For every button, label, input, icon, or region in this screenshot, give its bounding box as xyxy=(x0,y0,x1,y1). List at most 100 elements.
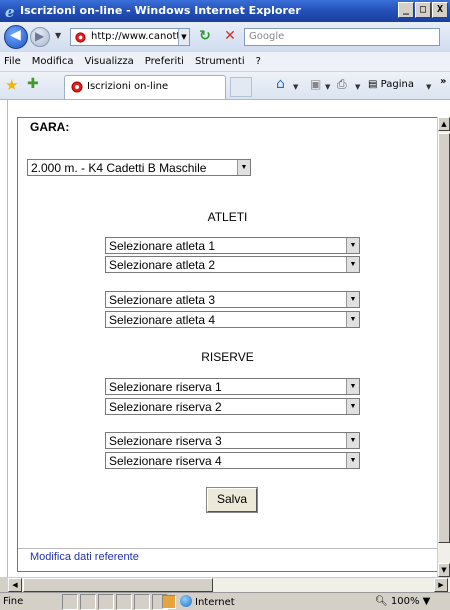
arrow-left-icon: ◀ xyxy=(10,27,21,43)
address-toolbar: ◀ ▶ ▼ http://www.canottieri ▼ ↻ ✕ Google xyxy=(0,22,450,52)
status-text: Fine xyxy=(3,596,24,607)
horizontal-scrollbar[interactable]: ◀ ▶ xyxy=(8,577,450,592)
atleta-2-value: Selezionare atleta 2 xyxy=(109,258,216,272)
toolbar-overflow-button[interactable]: » xyxy=(440,76,446,87)
minimize-button[interactable]: _ xyxy=(398,2,414,18)
arrow-right-icon: ▶ xyxy=(35,29,45,43)
url-input[interactable]: http://www.canottieri xyxy=(70,28,190,46)
back-button[interactable]: ◀ xyxy=(4,25,28,49)
atleta-2-select[interactable]: Selezionare atleta 2 ▼ xyxy=(105,256,360,273)
status-cell xyxy=(134,594,150,610)
page-menu-button[interactable]: ▤ Pagina xyxy=(368,79,414,90)
vertical-scrollbar[interactable]: ▲ ▼ xyxy=(437,117,450,577)
maximize-button[interactable]: □ xyxy=(415,2,431,18)
riserva-2-value: Selezionare riserva 2 xyxy=(109,400,222,414)
feeds-icon[interactable]: ▣ xyxy=(310,77,321,91)
status-cell xyxy=(80,594,96,610)
gara-label: GARA: xyxy=(30,120,70,134)
window-title: Iscrizioni on-line - Windows Internet Ex… xyxy=(20,4,301,17)
riserva-1-select[interactable]: Selezionare riserva 1 ▼ xyxy=(105,378,360,395)
gara-select[interactable]: 2.000 m. - K4 Cadetti B Maschile ▼ xyxy=(27,159,251,176)
scroll-up-icon[interactable]: ▲ xyxy=(438,117,450,131)
print-dropdown-icon[interactable]: ▼ xyxy=(355,83,360,91)
riserva-1-value: Selezionare riserva 1 xyxy=(109,380,222,394)
page-menu-label: Pagina xyxy=(380,79,414,90)
atleta-4-select[interactable]: Selezionare atleta 4 ▼ xyxy=(105,311,360,328)
refresh-icon[interactable]: ↻ xyxy=(195,28,215,46)
search-input[interactable]: Google xyxy=(244,28,440,46)
security-zone[interactable]: Internet xyxy=(180,595,235,608)
riserva-2-select[interactable]: Selezionare riserva 2 ▼ xyxy=(105,398,360,415)
scroll-right-icon[interactable]: ▶ xyxy=(434,578,448,592)
scroll-left-icon[interactable]: ◀ xyxy=(8,578,22,592)
horizontal-scroll-thumb[interactable] xyxy=(23,578,213,592)
feeds-dropdown-icon[interactable]: ▼ xyxy=(325,83,330,91)
zoom-icon: 🔍︎ xyxy=(375,596,391,607)
gara-select-value: 2.000 m. - K4 Cadetti B Maschile xyxy=(31,161,207,175)
protected-mode-icon[interactable] xyxy=(162,595,176,609)
page-dropdown-icon[interactable]: ▼ xyxy=(426,83,431,91)
atleta-3-value: Selezionare atleta 3 xyxy=(109,293,216,307)
menu-modifica[interactable]: Modifica xyxy=(32,56,74,67)
menu-visualizza[interactable]: Visualizza xyxy=(85,56,134,67)
site-favicon-icon xyxy=(71,81,83,93)
atleti-heading: ATLETI xyxy=(207,210,248,224)
globe-icon xyxy=(180,595,192,607)
chevron-down-icon: ▼ xyxy=(346,399,359,414)
chevron-down-icon: ▼ xyxy=(346,453,359,468)
riserve-heading: RISERVE xyxy=(201,350,254,364)
chevron-down-icon: ▼ xyxy=(346,292,359,307)
riserva-4-select[interactable]: Selezionare riserva 4 ▼ xyxy=(105,452,360,469)
menu-bar: File Modifica Visualizza Preferiti Strum… xyxy=(0,52,450,72)
zoom-dropdown-icon: ▼ xyxy=(422,596,431,607)
scroll-down-icon[interactable]: ▼ xyxy=(438,563,450,577)
stop-icon[interactable]: ✕ xyxy=(220,28,240,46)
menu-preferiti[interactable]: Preferiti xyxy=(145,56,184,67)
favorites-star-icon[interactable]: ★ xyxy=(5,76,18,94)
footer-divider xyxy=(18,548,437,549)
status-cell xyxy=(62,594,78,610)
tab-label: Iscrizioni on-line xyxy=(87,81,169,92)
add-favorite-icon[interactable]: ✚ xyxy=(27,76,39,92)
page-icon: ▤ xyxy=(368,79,381,90)
chevron-down-icon: ▼ xyxy=(237,160,250,175)
atleta-1-select[interactable]: Selezionare atleta 1 ▼ xyxy=(105,237,360,254)
home-icon[interactable]: ⌂ xyxy=(276,76,285,92)
site-favicon-icon xyxy=(75,32,86,43)
forward-button[interactable]: ▶ xyxy=(30,27,50,47)
chevron-down-icon: ▼ xyxy=(346,433,359,448)
save-button[interactable]: Salva xyxy=(207,488,257,512)
menu-file[interactable]: File xyxy=(4,56,21,67)
atleta-4-value: Selezionare atleta 4 xyxy=(109,313,216,327)
zoom-control[interactable]: 🔍︎ 100% ▼ xyxy=(375,596,430,607)
print-icon[interactable]: ⎙ xyxy=(337,77,347,92)
vertical-scroll-thumb[interactable] xyxy=(438,133,450,543)
atleta-3-select[interactable]: Selezionare atleta 3 ▼ xyxy=(105,291,360,308)
chevron-down-icon: ▼ xyxy=(346,257,359,272)
window-title-bar[interactable]: e Iscrizioni on-line - Windows Internet … xyxy=(0,0,450,22)
registration-form: GARA: 2.000 m. - K4 Cadetti B Maschile ▼… xyxy=(17,117,438,572)
zone-label: Internet xyxy=(195,597,235,608)
url-text: http://www.canottieri xyxy=(91,31,190,42)
tab-iscrizioni[interactable]: Iscrizioni on-line xyxy=(64,75,226,99)
ie-logo-icon: e xyxy=(5,3,15,19)
home-dropdown-icon[interactable]: ▼ xyxy=(293,83,298,91)
status-cell xyxy=(116,594,132,610)
menu-help[interactable]: ? xyxy=(256,56,261,67)
status-cell xyxy=(98,594,114,610)
chevron-down-icon: ▼ xyxy=(346,379,359,394)
chevron-down-icon: ▼ xyxy=(346,238,359,253)
menu-strumenti[interactable]: Strumenti xyxy=(195,56,245,67)
close-button[interactable]: X xyxy=(432,2,448,18)
history-dropdown-icon[interactable]: ▼ xyxy=(55,31,61,40)
new-tab-button[interactable] xyxy=(230,77,252,97)
chevron-down-icon: ▼ xyxy=(346,312,359,327)
atleta-1-value: Selezionare atleta 1 xyxy=(109,239,216,253)
tab-bar: ★ ✚ Iscrizioni on-line ⌂ ▼ ▣ ▼ ⎙ ▼ ▤ Pag… xyxy=(0,72,450,100)
url-dropdown-button[interactable]: ▼ xyxy=(178,29,189,45)
viewport-left-edge xyxy=(0,100,8,577)
status-bar: Fine Internet 🔍︎ 100% ▼ xyxy=(0,592,450,610)
riserva-3-select[interactable]: Selezionare riserva 3 ▼ xyxy=(105,432,360,449)
zoom-level: 100% xyxy=(390,596,420,607)
edit-referente-link[interactable]: Modifica dati referente xyxy=(30,551,139,563)
